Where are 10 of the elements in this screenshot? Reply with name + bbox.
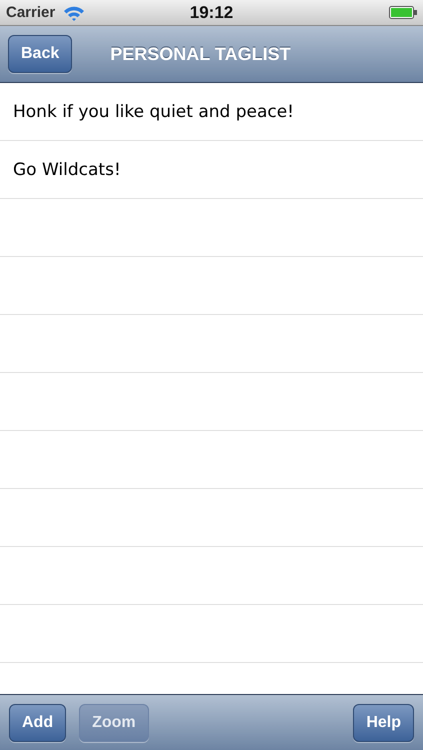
clock-time: 19:12 (188, 2, 234, 22)
toolbar-button[interactable]: Add (9, 704, 66, 742)
tag-row[interactable]: Go Wildcats! (0, 141, 423, 199)
back-button[interactable]: Back (8, 35, 72, 73)
tag-row[interactable]: Honk if you like quiet and peace! (0, 83, 423, 141)
wifi-icon (63, 4, 86, 20)
screen-title: PERSONAL TAGLIST (110, 44, 291, 64)
battery-icon (389, 6, 417, 19)
toolbar-button[interactable]: Help (353, 704, 414, 742)
carrier-name: Carrier (6, 4, 56, 21)
